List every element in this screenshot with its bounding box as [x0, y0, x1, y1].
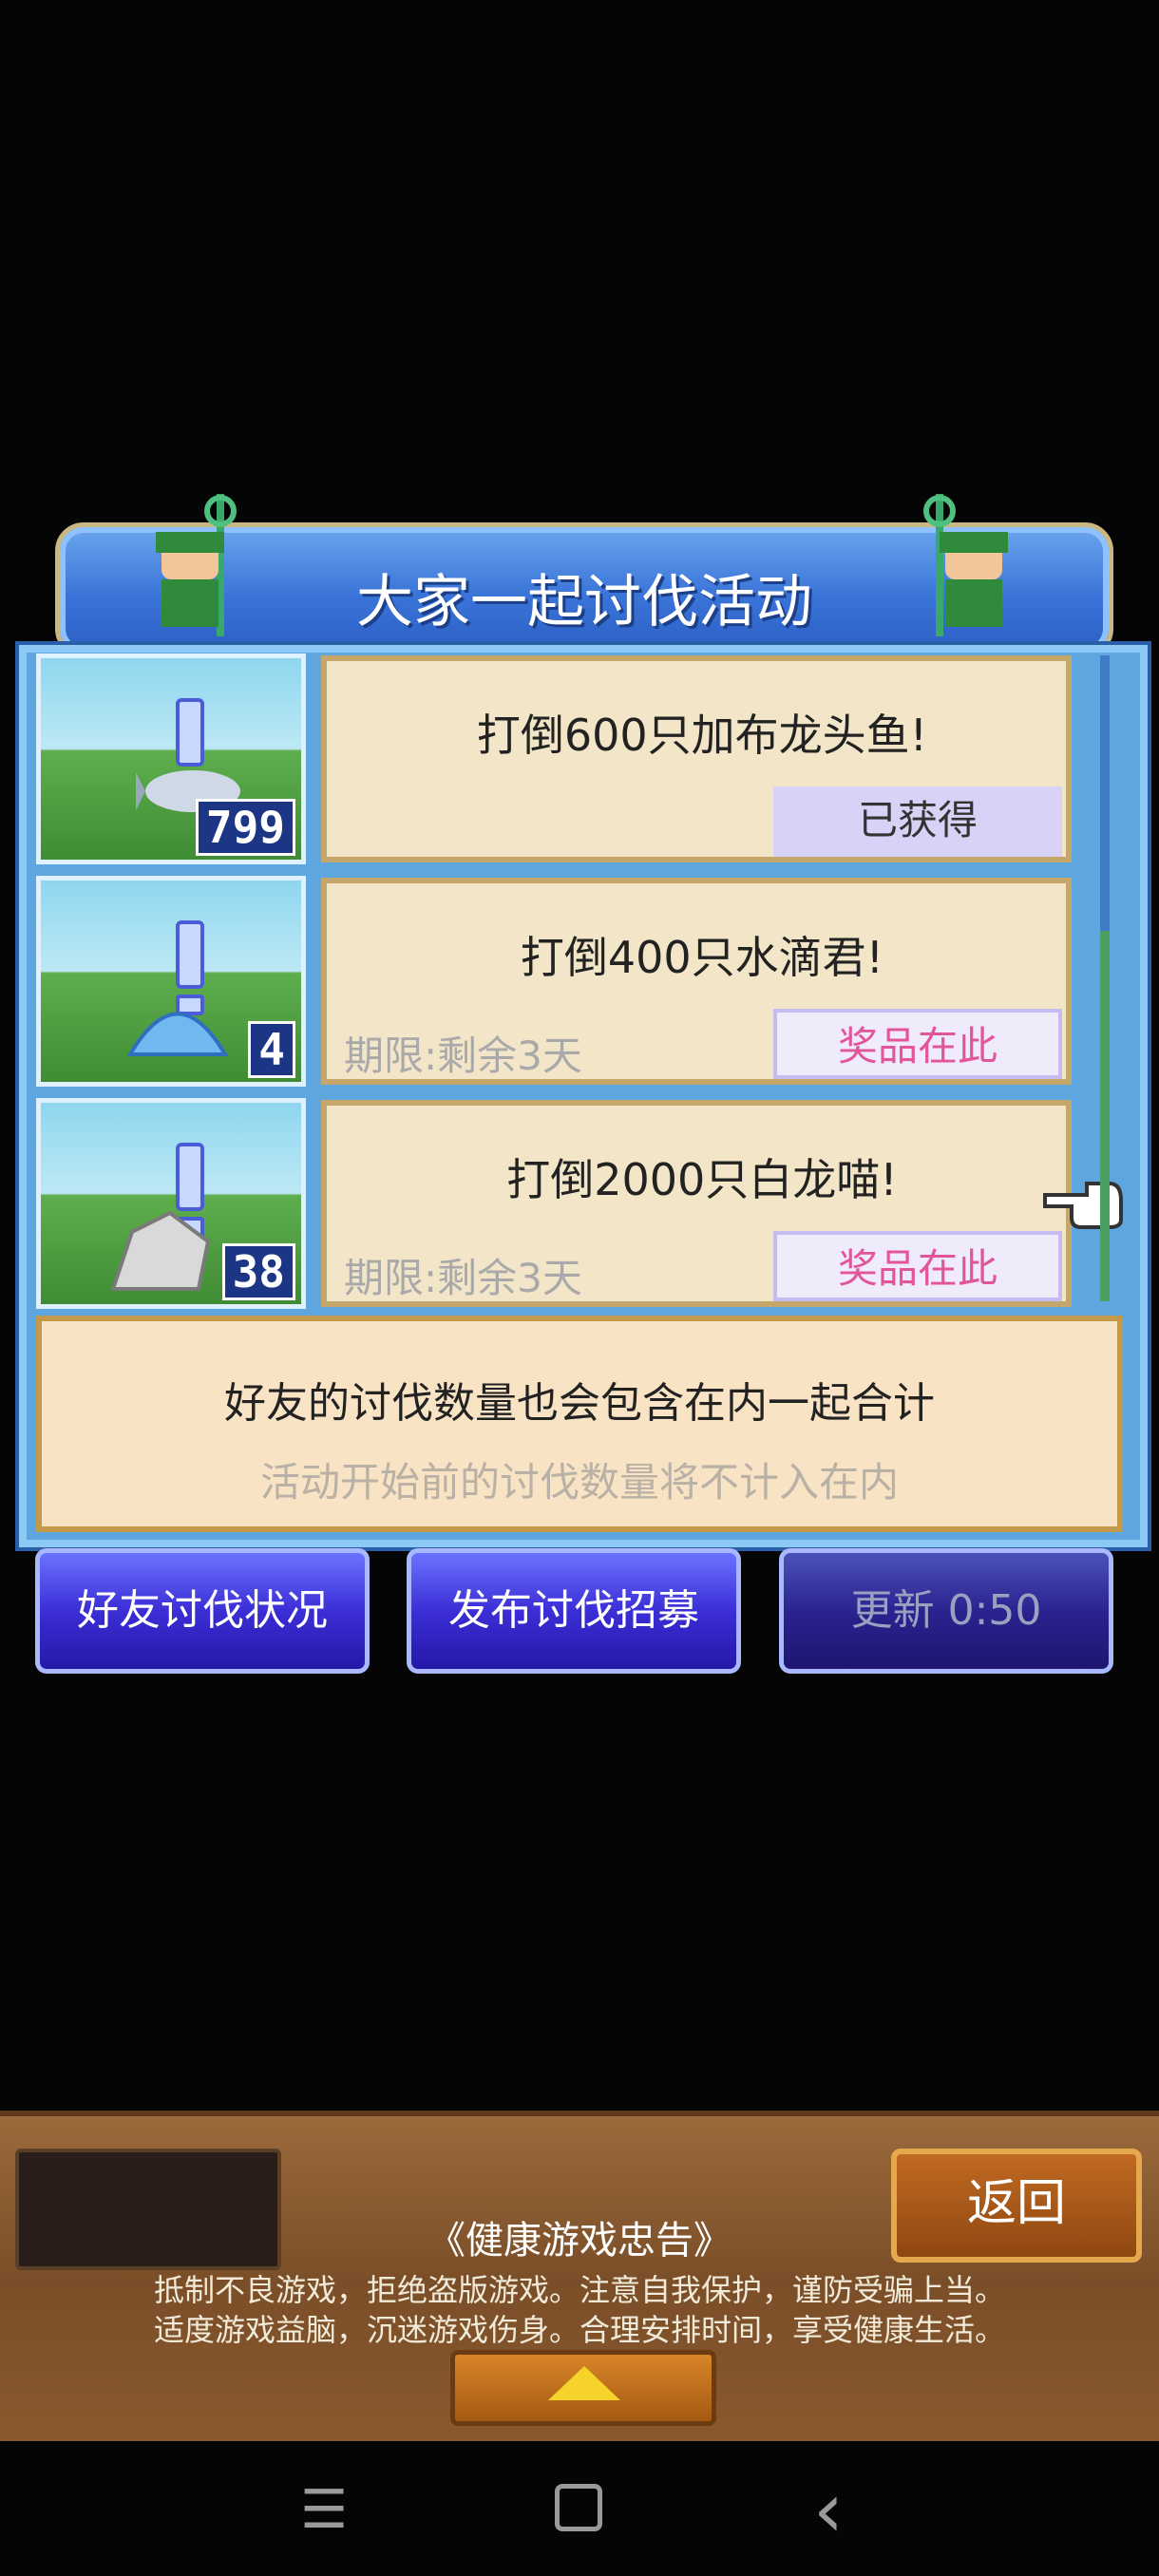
- claim-prize-button[interactable]: 奖品在此: [773, 1009, 1062, 1079]
- info-box: 好友的讨伐数量也会包含在内一起合计 活动开始前的讨伐数量将不计入在内: [36, 1316, 1123, 1532]
- knight-character-left-icon: [156, 494, 237, 636]
- claim-prize-button[interactable]: 奖品在此: [773, 1231, 1062, 1301]
- home-icon[interactable]: [555, 2484, 602, 2531]
- info-sub-text: 活动开始前的讨伐数量将不计入在内: [259, 1459, 899, 1506]
- quest-title: 打倒400只水滴君!: [520, 932, 884, 983]
- monster-thumbnail: 38: [36, 1098, 306, 1309]
- back-nav-icon[interactable]: ‹: [813, 2466, 844, 2554]
- scrollbar-thumb[interactable]: [1100, 931, 1110, 1301]
- info-main-text: 好友的讨伐数量也会包含在内一起合计: [224, 1379, 935, 1428]
- health-notice-title: 《健康游戏忠告》: [428, 2219, 732, 2263]
- system-nav-bar: ☰ ‹: [0, 2441, 1159, 2576]
- quest-row: 799 打倒600只加布龙头鱼! 已获得: [36, 653, 1077, 864]
- kill-count: 799: [195, 799, 295, 856]
- reward-obtained-button[interactable]: 已获得: [773, 786, 1062, 857]
- kill-count: 4: [248, 1021, 295, 1078]
- quest-deadline: 期限:剩余3天: [344, 1255, 582, 1301]
- quest-title: 打倒2000只白龙喵!: [506, 1154, 898, 1205]
- pointing-hand-icon: [1043, 1182, 1123, 1229]
- menu-icon[interactable]: ☰: [300, 2479, 348, 2541]
- white-dragon-monster-icon: [110, 1210, 211, 1291]
- monster-thumbnail: 799: [36, 653, 306, 864]
- quest-card: 打倒2000只白龙喵! 期限:剩余3天 奖品在此: [321, 1100, 1072, 1307]
- refresh-button[interactable]: 更新 0:50: [779, 1548, 1113, 1674]
- quest-row: 38 打倒2000只白龙喵! 期限:剩余3天 奖品在此: [36, 1098, 1077, 1309]
- health-notice-line: 适度游戏益脑，沉迷游戏伤身。合理安排时间，享受健康生活。: [153, 2312, 1005, 2348]
- slime-monster-icon: [126, 1012, 229, 1056]
- publish-recruit-button[interactable]: 发布讨伐招募: [407, 1548, 741, 1674]
- kill-count: 38: [221, 1243, 295, 1300]
- health-notice-line: 抵制不良游戏，拒绝盗版游戏。注意自我保护，谨防受骗上当。: [153, 2272, 1005, 2308]
- quest-deadline: 期限:剩余3天: [344, 1032, 582, 1079]
- quest-card: 打倒400只水滴君! 期限:剩余3天 奖品在此: [321, 878, 1072, 1085]
- quest-row: 4 打倒400只水滴君! 期限:剩余3天 奖品在此: [36, 876, 1077, 1087]
- quest-card: 打倒600只加布龙头鱼! 已获得: [321, 655, 1072, 862]
- expand-button[interactable]: [450, 2350, 716, 2426]
- arrow-up-icon: [548, 2366, 620, 2400]
- friend-status-button[interactable]: 好友讨伐状况: [35, 1548, 370, 1674]
- knight-character-right-icon: [923, 494, 1008, 636]
- monster-thumbnail: 4: [36, 876, 306, 1087]
- quest-title: 打倒600只加布龙头鱼!: [476, 710, 928, 761]
- alert-icon: [176, 920, 204, 1015]
